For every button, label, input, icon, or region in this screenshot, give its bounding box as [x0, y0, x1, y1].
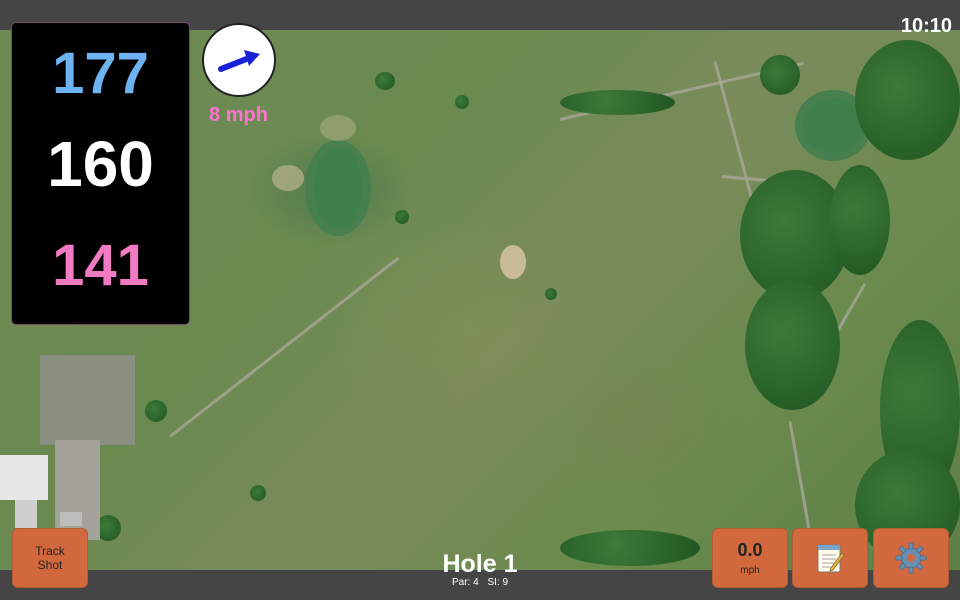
front-distance: 141	[52, 233, 149, 298]
tree-cluster	[830, 165, 890, 275]
building	[15, 500, 37, 528]
tree	[455, 95, 469, 109]
tree	[145, 400, 167, 422]
back-distance: 177	[52, 41, 149, 106]
wind-arrow-icon	[218, 50, 260, 72]
hole-details: Par: 4 SI: 9	[380, 578, 580, 588]
track-shot-label-line1: Track	[35, 544, 65, 558]
sand-bunker	[500, 245, 526, 279]
middle-distance: 160	[47, 128, 154, 200]
hole-par: Par: 4	[451, 577, 479, 588]
tree	[250, 485, 266, 501]
distance-panel: 177 160 141	[11, 22, 190, 325]
speed-button[interactable]: 0.0 mph	[712, 528, 788, 588]
sand-bunker	[320, 115, 356, 141]
tree-cluster	[855, 40, 960, 160]
tree-row	[560, 530, 700, 566]
wind-speed: 8 mph	[209, 104, 268, 126]
tree	[395, 210, 409, 224]
tree	[545, 288, 557, 300]
putting-green	[305, 140, 371, 236]
clock: 10:10	[900, 15, 952, 37]
tree-cluster	[745, 280, 840, 410]
notes-button[interactable]	[792, 528, 868, 588]
car-park	[40, 355, 135, 445]
hole-info: Hole 1 Par: 4 SI: 9	[380, 550, 580, 588]
cart-path	[713, 61, 756, 207]
wind-indicator	[202, 23, 276, 97]
settings-button[interactable]	[873, 528, 949, 588]
tree	[375, 72, 395, 90]
notepad-icon	[817, 544, 845, 573]
track-shot-button[interactable]: Track Shot	[12, 528, 88, 588]
tree-cluster	[760, 55, 800, 95]
building	[60, 512, 82, 526]
hole-title: Hole 1	[442, 550, 518, 578]
hole-stroke-index: SI: 9	[487, 577, 509, 588]
sand-bunker	[272, 165, 304, 191]
cart-path	[169, 256, 400, 438]
speed-unit: mph	[740, 565, 760, 576]
tree-row	[560, 90, 675, 115]
speed-value: 0.0	[737, 540, 763, 560]
gear-icon	[895, 542, 927, 574]
track-shot-label-line2: Shot	[37, 558, 63, 572]
clubhouse-building	[0, 455, 48, 500]
